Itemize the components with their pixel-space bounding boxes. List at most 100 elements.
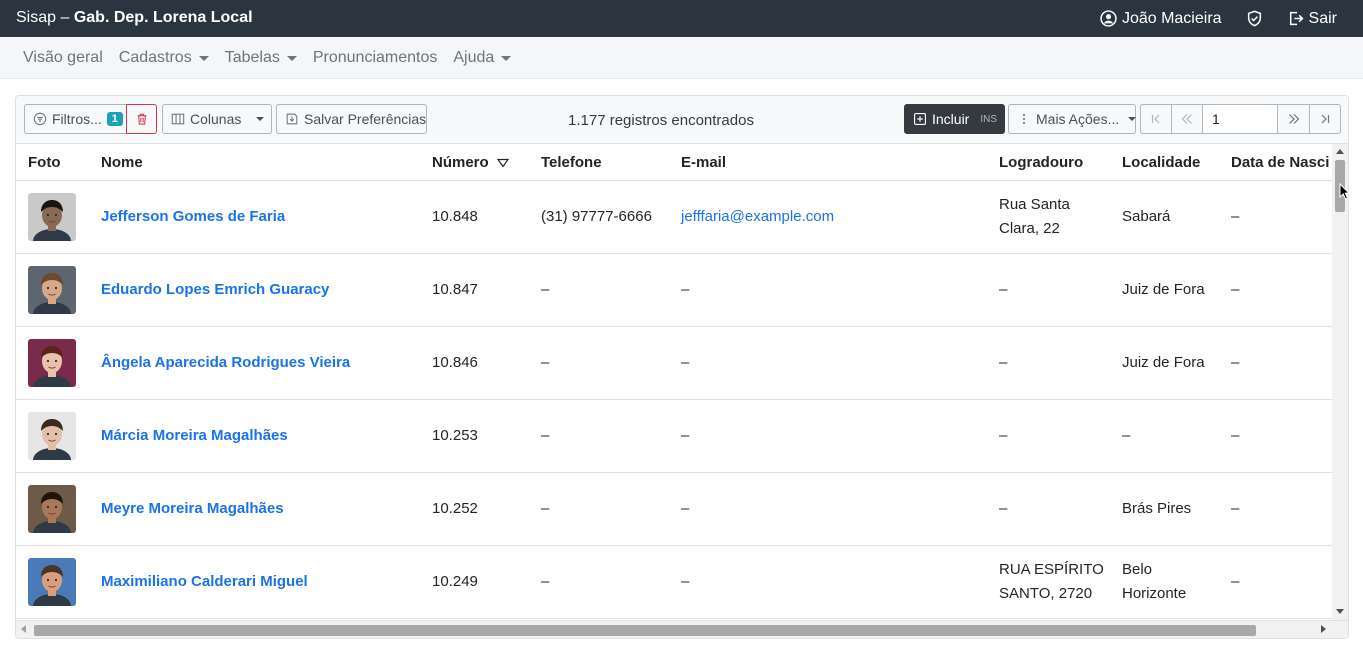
email-cell[interactable]: jefffaria@example.com — [681, 208, 834, 225]
filters-count-badge: 1 — [106, 112, 123, 126]
office-name: Gab. Dep. Lorena Local — [73, 9, 253, 26]
email-cell: – — [681, 500, 690, 517]
number-cell: 10.252 — [432, 500, 478, 517]
locality-cell: Juiz de Fora — [1122, 354, 1205, 371]
column-header-nascimento[interactable]: Data de Nasci — [1231, 154, 1329, 171]
columns-icon — [171, 113, 185, 125]
scroll-down-arrow-icon[interactable] — [1336, 609, 1344, 614]
table-header: Foto Nome Número Telefone E-mail Logrado… — [16, 144, 1332, 181]
street-cell: – — [999, 500, 1008, 517]
more-actions-button[interactable]: Mais Ações... — [1008, 104, 1137, 134]
next-page-button[interactable] — [1277, 104, 1310, 134]
table-row[interactable]: Eduardo Lopes Emrich Guaracy 10.847 – – … — [16, 254, 1332, 327]
menu-tabelas[interactable]: Tabelas — [217, 49, 305, 67]
locality-cell: Sabará — [1122, 208, 1171, 225]
logout-icon — [1289, 11, 1304, 26]
security-button[interactable] — [1234, 0, 1275, 37]
horizontal-scroll-thumb[interactable] — [34, 625, 1256, 636]
table-row[interactable]: Ângela Aparecida Rodrigues Vieira 10.846… — [16, 327, 1332, 400]
number-cell: 10.253 — [432, 427, 478, 444]
street-cell: Rua Santa Clara, 22 — [999, 196, 1070, 237]
scroll-left-arrow-icon[interactable] — [21, 625, 26, 633]
filters-button[interactable]: Filtros... 1 — [24, 104, 127, 134]
user-circle-icon — [1100, 10, 1117, 27]
column-header-label: Número — [432, 154, 489, 171]
page-number-input[interactable] — [1202, 104, 1278, 134]
birth-date-cell: – — [1231, 208, 1240, 225]
table-row[interactable]: Jefferson Gomes de Faria 10.848 (31) 977… — [16, 181, 1332, 254]
first-page-button[interactable] — [1140, 104, 1172, 134]
scroll-up-arrow-icon[interactable] — [1336, 149, 1344, 154]
shield-check-icon — [1247, 10, 1261, 27]
person-name-link[interactable]: Ângela Aparecida Rodrigues Vieira — [101, 354, 350, 371]
table-row[interactable]: Márcia Moreira Magalhães 10.253 – – – – … — [16, 400, 1332, 473]
person-name-link[interactable]: Meyre Moreira Magalhães — [101, 500, 284, 517]
user-name: João Macieira — [1121, 9, 1222, 27]
table-row[interactable]: Meyre Moreira Magalhães 10.252 – – – Brá… — [16, 473, 1332, 546]
save-icon — [286, 113, 298, 125]
caret-down-icon — [198, 55, 209, 61]
phone-cell: – — [541, 427, 550, 444]
email-cell: – — [681, 281, 690, 298]
records-table: Foto Nome Número Telefone E-mail Logrado… — [16, 144, 1332, 620]
column-header-nome[interactable]: Nome — [101, 154, 143, 171]
horizontal-scrollbar[interactable] — [16, 620, 1348, 638]
menu-label: Cadastros — [118, 48, 192, 66]
more-actions-label: Mais Ações... — [1036, 111, 1120, 127]
person-name-link[interactable]: Jefferson Gomes de Faria — [101, 208, 285, 225]
locality-cell: Belo Horizonte — [1122, 561, 1187, 602]
avatar[interactable] — [28, 558, 76, 606]
menu-label: Pronunciamentos — [312, 48, 438, 66]
column-header-email[interactable]: E-mail — [681, 154, 726, 171]
number-cell: 10.847 — [432, 281, 478, 298]
menu-ajuda[interactable]: Ajuda — [445, 49, 519, 67]
user-menu[interactable]: João Macieira — [1088, 0, 1234, 37]
column-header-logradouro[interactable]: Logradouro — [999, 154, 1083, 171]
menu-label: Visão geral — [23, 48, 103, 66]
street-cell: – — [999, 427, 1008, 444]
avatar[interactable] — [28, 412, 76, 460]
include-button[interactable]: Incluir INS — [904, 104, 1005, 134]
double-chevron-left-icon — [1181, 114, 1192, 124]
vertical-scrollbar[interactable] — [1332, 144, 1348, 620]
email-cell: – — [681, 354, 690, 371]
avatar[interactable] — [28, 193, 76, 241]
caret-down-icon — [256, 117, 265, 121]
avatar[interactable] — [28, 266, 76, 314]
column-header-telefone[interactable]: Telefone — [541, 154, 602, 171]
save-preferences-button[interactable]: Salvar Preferências — [276, 104, 427, 134]
app-name: Sisap – — [16, 9, 70, 26]
brand[interactable]: Sisap – Gab. Dep. Lorena Local — [16, 9, 253, 27]
avatar[interactable] — [28, 485, 76, 533]
birth-date-cell: – — [1231, 427, 1240, 444]
locality-cell: Brás Pires — [1122, 500, 1192, 517]
phone-cell: – — [541, 281, 550, 298]
trash-icon — [137, 113, 146, 125]
person-name-link[interactable]: Maximiliano Calderari Miguel — [101, 573, 308, 590]
menu-pronunciamentos[interactable]: Pronunciamentos — [305, 49, 446, 67]
filters-label: Filtros... — [52, 111, 102, 127]
table-row[interactable]: Maximiliano Calderari Miguel 10.249 – – … — [16, 546, 1332, 619]
number-cell: 10.846 — [432, 354, 478, 371]
phone-cell: (31) 97777-6666 — [541, 208, 652, 225]
person-name-link[interactable]: Eduardo Lopes Emrich Guaracy — [101, 281, 329, 298]
column-header-localidade[interactable]: Localidade — [1122, 154, 1200, 171]
logout-button[interactable]: Sair — [1275, 0, 1363, 37]
menu-visao-geral[interactable]: Visão geral — [15, 49, 111, 67]
street-cell: – — [999, 281, 1008, 298]
clear-filters-button[interactable] — [126, 104, 157, 134]
include-label: Incluir — [932, 111, 970, 127]
column-header-foto[interactable]: Foto — [28, 154, 60, 171]
street-cell: RUA ESPÍRITO SANTO, 2720 — [999, 561, 1104, 602]
menu-label: Ajuda — [453, 48, 495, 66]
column-header-numero[interactable]: Número — [432, 154, 509, 171]
columns-button[interactable]: Colunas — [162, 104, 272, 134]
avatar[interactable] — [28, 339, 76, 387]
sort-descending-icon — [496, 158, 509, 168]
previous-page-button[interactable] — [1171, 104, 1203, 134]
records-card: Filtros... 1 Colunas Salvar Preferências… — [15, 95, 1349, 639]
last-page-button[interactable] — [1309, 104, 1341, 134]
person-name-link[interactable]: Márcia Moreira Magalhães — [101, 427, 288, 444]
menu-cadastros[interactable]: Cadastros — [111, 49, 217, 67]
scroll-right-arrow-icon[interactable] — [1321, 625, 1326, 633]
